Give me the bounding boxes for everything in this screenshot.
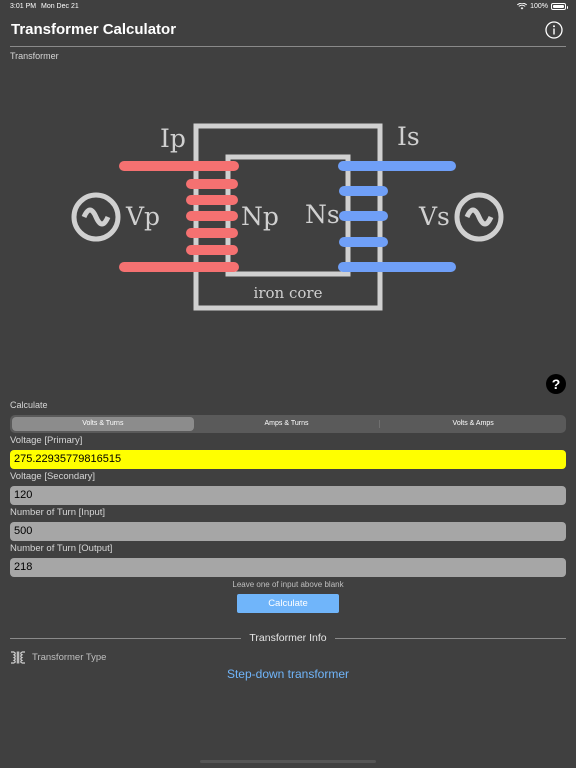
voltage-secondary-input[interactable]: 120 — [10, 486, 566, 505]
status-date: Mon Dec 21 — [41, 3, 79, 10]
calculation-mode-tabs: Volts & Turns Amps & Turns Volts & Amps — [10, 415, 566, 433]
transformer-section-label: Transformer — [10, 51, 59, 61]
page-title: Transformer Calculator — [11, 21, 177, 38]
tab-volts-amps[interactable]: Volts & Amps — [382, 417, 564, 431]
home-indicator[interactable] — [200, 760, 376, 763]
transformer-info-title: Transformer Info — [10, 632, 566, 644]
turns-output-field[interactable]: 218 — [10, 558, 566, 577]
help-icon[interactable]: ? — [546, 374, 566, 394]
transformer-type-label: Transformer Type — [32, 651, 107, 663]
nav-divider — [10, 46, 566, 47]
battery-icon — [551, 3, 568, 10]
label-ip: Ip — [160, 124, 186, 153]
info-icon[interactable] — [545, 21, 563, 39]
wifi-icon — [517, 3, 528, 10]
secondary-ac-source-icon — [454, 192, 504, 242]
status-time: 3:01 PM — [10, 3, 37, 10]
voltage-secondary-label: Voltage [Secondary] — [10, 471, 96, 482]
calculate-button[interactable]: Calculate — [237, 594, 339, 613]
label-ns: Ns — [305, 200, 340, 229]
transformer-type-value: Step-down transformer — [226, 667, 350, 681]
primary-ac-source-icon — [71, 192, 121, 242]
status-indicators: 100% — [517, 3, 568, 10]
label-is: Is — [397, 122, 420, 151]
transformer-diagram: Ip Is Vp Vs Np Ns iron core — [71, 122, 504, 311]
label-np: Np — [241, 202, 279, 231]
calculate-label: Calculate — [10, 400, 48, 410]
tab-amps-turns[interactable]: Amps & Turns — [196, 417, 378, 431]
voltage-primary-label: Voltage [Primary] — [10, 435, 83, 446]
turns-input-label: Number of Turn [Input] — [10, 507, 106, 518]
battery-percentage: 100% — [530, 3, 548, 10]
transformer-info-header: Transformer Info — [10, 632, 566, 646]
turns-input-field[interactable]: 500 — [10, 522, 566, 541]
transformer-symbol-icon — [11, 650, 25, 664]
label-vs: Vs — [418, 202, 450, 231]
transformer-type-row: Transformer Type — [10, 650, 106, 664]
tab-divider — [379, 420, 381, 428]
hint-text: Leave one of input above blank — [232, 580, 344, 589]
label-vp: Vp — [125, 202, 160, 231]
voltage-primary-input[interactable]: 275.22935779816515 — [10, 450, 566, 469]
status-bar: 3:01 PM Mon Dec 21 100% — [0, 0, 576, 14]
turns-output-label: Number of Turn [Output] — [10, 543, 113, 554]
tab-volts-turns[interactable]: Volts & Turns — [12, 417, 194, 431]
label-iron-core: iron core — [254, 284, 323, 302]
